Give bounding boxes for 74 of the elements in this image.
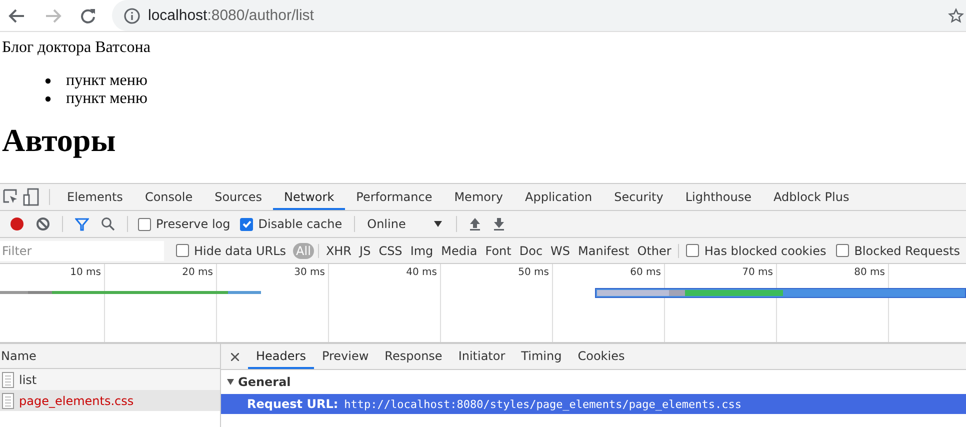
timeline-tick: 30 ms [294,267,325,278]
clear-icon[interactable] [36,217,50,231]
timeline-tick: 10 ms [70,267,101,278]
type-filter[interactable]: CSS [376,242,406,258]
type-filter[interactable]: JS [356,242,374,258]
back-arrow-icon[interactable] [8,8,26,24]
address-bar[interactable]: localhost:8080/author/list [112,0,966,31]
devtools-tab[interactable]: Performance [345,184,444,210]
type-filter[interactable]: Font [482,242,514,258]
page-heading: Авторы [2,122,117,158]
type-filter[interactable]: XHR [322,242,355,258]
type-filter[interactable]: Img [407,242,436,258]
detail-tab[interactable]: Cookies [570,344,633,369]
document-icon [2,392,14,408]
checkbox-label: Disable cache [258,217,342,231]
type-filter[interactable]: Media [438,242,480,258]
checkbox-label: Hide data URLs [194,244,286,258]
checkbox[interactable] [836,244,850,257]
devtools-tab[interactable]: Memory [443,184,514,210]
checkbox[interactable] [176,244,189,257]
dropdown-caret-icon [434,221,442,227]
detail-tab[interactable]: Initiator [450,344,514,369]
devtools-tab[interactable]: Adblock Plus [762,184,860,210]
site-title: Блог доктора Ватсона [2,39,152,57]
device-toolbar-icon[interactable] [23,188,39,206]
checkbox[interactable] [686,244,700,257]
timeline-tick: 60 ms [630,267,661,278]
upload-icon[interactable] [468,217,481,231]
checkmark-icon [242,219,252,229]
inspect-element-icon[interactable] [3,189,19,205]
filter-field[interactable]: Filter [0,240,164,260]
detail-tab[interactable]: Preview [314,344,377,369]
checkbox-label: Has blocked cookies [704,244,826,258]
type-filter[interactable]: Manifest [575,242,632,258]
devtools-tab[interactable]: Security [603,184,674,210]
devtools-tab[interactable]: Console [134,184,204,210]
bullet-icon [45,96,51,102]
devtools-tab[interactable]: Sources [204,184,274,210]
triangle-icon [227,379,234,385]
checkbox[interactable] [240,218,254,230]
type-filter[interactable]: Other [634,242,674,258]
request-row[interactable]: list [0,369,220,390]
detail-tab[interactable]: Headers [248,344,314,369]
document-icon [2,372,14,388]
timeline-tick: 40 ms [406,267,437,278]
reload-icon[interactable] [80,8,96,24]
timeline-tick: 20 ms [182,267,213,278]
section-header[interactable]: General [221,370,966,394]
url-text: localhost:8080/author/list [148,7,315,24]
detail-tab[interactable]: Response [376,344,450,369]
request-row[interactable]: page_elements.css [0,390,220,411]
detail-tab[interactable]: Timing [513,344,570,369]
column-header: Name [0,344,220,369]
star-icon[interactable] [948,8,964,24]
timeline-tick: 70 ms [742,267,773,278]
checkbox-label: Blocked Requests [854,244,960,258]
checkbox[interactable] [138,218,151,230]
record-icon[interactable] [10,217,24,231]
throttling-dropdown[interactable]: Online [361,217,450,231]
bullet-icon [45,78,51,84]
timeline-tick: 50 ms [518,267,549,278]
type-filter[interactable]: Doc [516,242,546,258]
header-row[interactable]: Request URL: http://localhost:8080/styles/page_elements/page_elements.css [221,394,966,414]
search-icon[interactable] [101,217,115,231]
filter-icon[interactable] [75,217,89,231]
devtools-tab[interactable]: Elements [56,184,134,210]
devtools-tab[interactable]: Application [514,184,604,210]
type-filter[interactable]: WS [548,242,574,258]
info-icon [124,8,140,24]
checkbox-label: Preserve log [156,217,230,231]
download-icon[interactable] [492,217,505,231]
devtools-tab[interactable]: Lighthouse [674,184,762,210]
timeline-tick: 80 ms [854,267,885,278]
close-icon[interactable] [231,352,239,360]
